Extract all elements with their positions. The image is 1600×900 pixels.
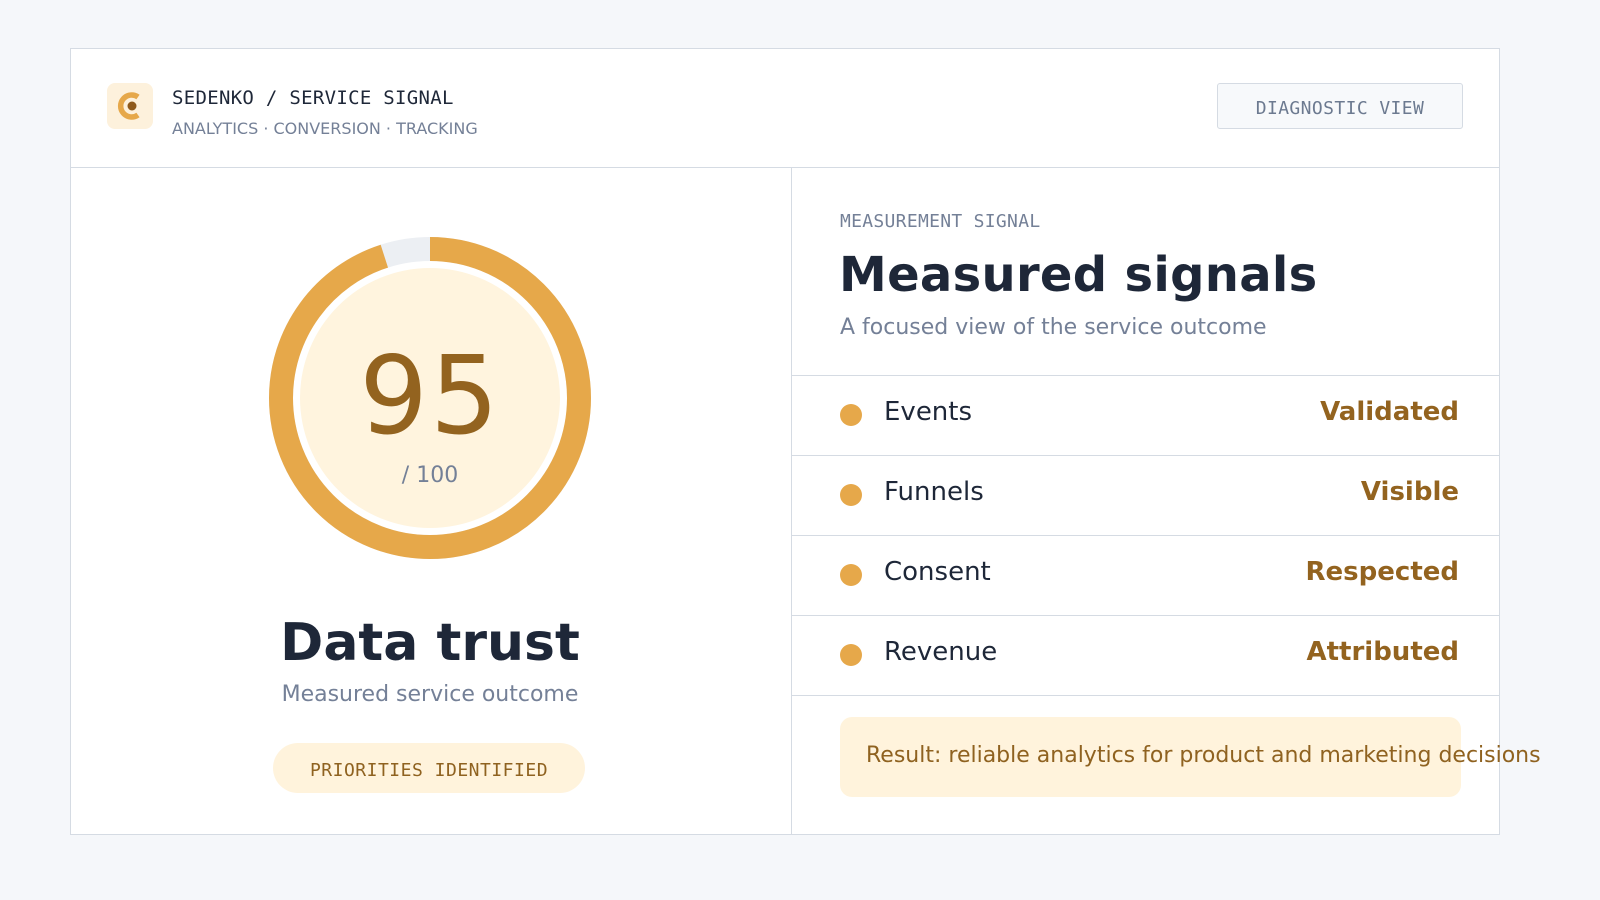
score-value: 95 bbox=[359, 334, 501, 459]
score-gauge: 95 / 100 bbox=[267, 235, 593, 561]
score-panel: 95 / 100 Data trust Measured service out… bbox=[71, 167, 791, 834]
signals-panel: MEASUREMENT SIGNAL Measured signals A fo… bbox=[792, 167, 1541, 834]
service-signal-card: SEDENKO / SERVICE SIGNAL ANALYTICS · CON… bbox=[70, 48, 1541, 835]
brand-title: SEDENKO / SERVICE SIGNAL bbox=[172, 87, 454, 109]
signal-status: Attributed bbox=[1306, 637, 1459, 667]
signal-list: Events Validated Funnels Visible Consent… bbox=[792, 375, 1499, 696]
signal-status: Respected bbox=[1305, 557, 1459, 587]
card-header: SEDENKO / SERVICE SIGNAL ANALYTICS · CON… bbox=[71, 49, 1499, 168]
signal-status: Validated bbox=[1320, 397, 1459, 427]
score-subtitle: Measured service outcome bbox=[281, 682, 579, 707]
status-dot-icon bbox=[840, 564, 862, 586]
signal-label: Events bbox=[884, 397, 973, 427]
signal-label: Revenue bbox=[884, 637, 998, 667]
status-dot-icon bbox=[840, 484, 862, 506]
status-dot-icon bbox=[840, 404, 862, 426]
signals-title: Measured signals bbox=[839, 247, 1318, 303]
signals-eyebrow: MEASUREMENT SIGNAL bbox=[840, 211, 1041, 232]
signals-subtitle: A focused view of the service outcome bbox=[840, 315, 1267, 340]
signal-label: Funnels bbox=[884, 477, 984, 507]
result-callout: Result: reliable analytics for product a… bbox=[840, 717, 1541, 797]
status-dot-icon bbox=[840, 644, 862, 666]
signal-row-revenue: Revenue Attributed bbox=[792, 616, 1499, 696]
brand-c-icon bbox=[107, 83, 153, 129]
priorities-badge: PRIORITIES IDENTIFIED bbox=[273, 743, 585, 793]
score-max: / 100 bbox=[401, 463, 459, 488]
signal-row-funnels: Funnels Visible bbox=[792, 456, 1499, 536]
diagnostic-view-button[interactable]: DIAGNOSTIC VIEW bbox=[1217, 83, 1463, 129]
signal-row-consent: Consent Respected bbox=[792, 536, 1499, 616]
brand-tags: ANALYTICS · CONVERSION · TRACKING bbox=[172, 119, 478, 138]
signal-label: Consent bbox=[884, 557, 991, 587]
score-title: Data trust bbox=[280, 613, 580, 673]
signal-row-events: Events Validated bbox=[792, 376, 1499, 456]
signal-status: Visible bbox=[1360, 477, 1459, 507]
